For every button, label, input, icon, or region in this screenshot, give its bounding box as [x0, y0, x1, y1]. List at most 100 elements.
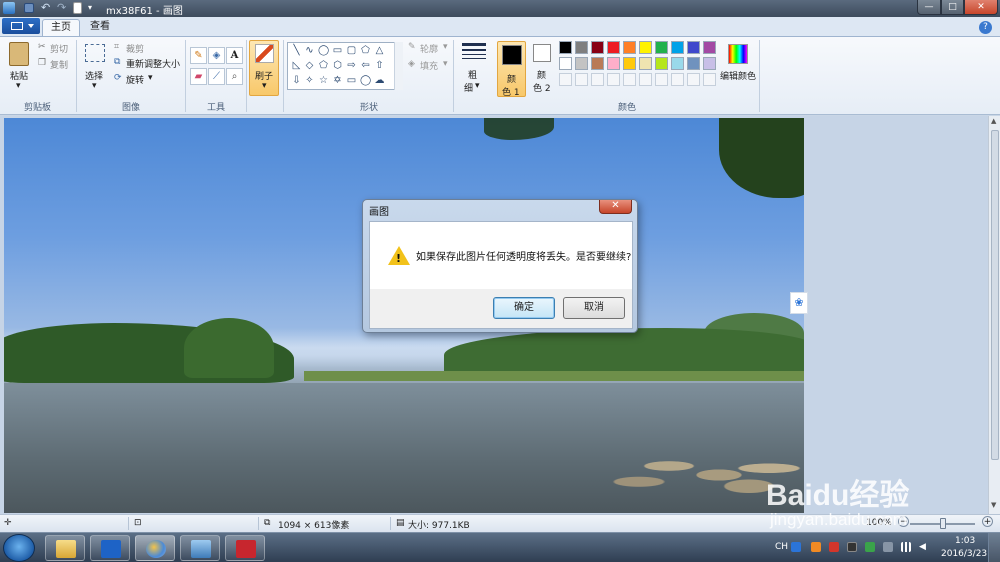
tray-icon-grey[interactable]: [883, 542, 893, 552]
taskbar-maxthon[interactable]: [90, 535, 130, 561]
right-triangle-shape-icon[interactable]: ◺: [291, 60, 302, 71]
palette-swatch[interactable]: [607, 57, 620, 70]
palette-swatch[interactable]: [591, 41, 604, 54]
hexagon-shape-icon[interactable]: ⬡: [332, 60, 343, 71]
rotate-button[interactable]: 旋转: [126, 73, 144, 86]
palette-swatch[interactable]: [703, 41, 716, 54]
right-arrow-shape-icon[interactable]: ⇨: [346, 60, 357, 71]
custom-color-slot[interactable]: [559, 73, 572, 86]
palette-swatch[interactable]: [575, 41, 588, 54]
palette-swatch[interactable]: [671, 41, 684, 54]
resize-icon[interactable]: ⧉: [114, 57, 120, 67]
pentagon-shape-icon[interactable]: ⬠: [318, 60, 329, 71]
custom-color-slot[interactable]: [655, 73, 668, 86]
clock-date[interactable]: 2016/3/23: [941, 549, 987, 559]
volume-icon[interactable]: ◀: [919, 542, 929, 552]
scroll-down-icon[interactable]: ▼: [991, 501, 996, 509]
palette-swatch[interactable]: [623, 41, 636, 54]
brushes-button[interactable]: 刷子 ▾: [249, 40, 279, 96]
rounded-rectangle-shape-icon[interactable]: ▢: [346, 45, 357, 56]
cut-icon[interactable]: ✂: [38, 42, 46, 52]
ime-icon[interactable]: [791, 542, 801, 552]
cancel-button[interactable]: 取消: [563, 297, 625, 319]
palette-swatch[interactable]: [575, 57, 588, 70]
palette-swatch[interactable]: [559, 41, 572, 54]
close-window-button[interactable]: ✕: [964, 0, 998, 15]
help-icon[interactable]: ?: [979, 21, 992, 34]
palette-swatch[interactable]: [703, 57, 716, 70]
tab-home[interactable]: 主页: [42, 19, 80, 36]
palette-swatch[interactable]: [687, 41, 700, 54]
rectangle-shape-icon[interactable]: ▭: [332, 45, 343, 56]
fill-bucket-icon[interactable]: ◈: [208, 47, 225, 64]
zoom-in-button[interactable]: +: [982, 516, 993, 527]
edit-colors-icon[interactable]: [728, 44, 748, 64]
pencil-icon[interactable]: ✎: [190, 47, 207, 64]
custom-color-slot[interactable]: [591, 73, 604, 86]
tab-view[interactable]: 查看: [82, 19, 118, 36]
crop-button[interactable]: 裁剪: [126, 42, 144, 55]
tray-icon-orange[interactable]: [811, 542, 821, 552]
undo-icon[interactable]: ↶: [41, 2, 53, 14]
start-button[interactable]: [3, 534, 35, 562]
custom-color-slot[interactable]: [703, 73, 716, 86]
palette-swatch[interactable]: [639, 57, 652, 70]
new-file-icon[interactable]: [73, 2, 82, 14]
diamond-shape-icon[interactable]: ◇: [304, 60, 315, 71]
palette-swatch[interactable]: [559, 57, 572, 70]
vertical-scrollbar[interactable]: ▲ ▼: [988, 116, 1000, 514]
four-point-star-shape-icon[interactable]: ✧: [304, 75, 315, 86]
taskbar-app[interactable]: [225, 535, 265, 561]
left-arrow-shape-icon[interactable]: ⇦: [360, 60, 371, 71]
minimize-button[interactable]: —: [917, 0, 941, 15]
palette-swatch[interactable]: [591, 57, 604, 70]
paste-dropdown-icon[interactable]: ▾: [16, 81, 21, 91]
custom-color-slot[interactable]: [671, 73, 684, 86]
down-arrow-shape-icon[interactable]: ⇩: [291, 75, 302, 86]
triangle-shape-icon[interactable]: △: [374, 45, 385, 56]
callout-rect-shape-icon[interactable]: ▭: [346, 75, 357, 86]
paint-menu-button[interactable]: [2, 18, 40, 34]
taskbar-paint[interactable]: [135, 535, 175, 561]
customize-quick-access-icon[interactable]: ▾: [88, 2, 100, 14]
custom-color-slot[interactable]: [639, 73, 652, 86]
network-icon[interactable]: [901, 542, 911, 552]
select-icon[interactable]: [85, 44, 105, 62]
crop-icon[interactable]: ⌗: [114, 42, 119, 52]
line-shape-icon[interactable]: ╲: [291, 45, 302, 56]
select-dropdown-icon[interactable]: ▾: [92, 81, 97, 91]
save-icon[interactable]: [24, 3, 34, 13]
tray-icon-red[interactable]: [829, 542, 839, 552]
palette-swatch[interactable]: [655, 41, 668, 54]
callout-cloud-shape-icon[interactable]: ☁: [374, 75, 385, 86]
copy-button[interactable]: 复制: [50, 58, 68, 71]
paw-icon[interactable]: ❀: [790, 292, 808, 314]
palette-swatch[interactable]: [607, 41, 620, 54]
fill-dropdown-icon[interactable]: ▾: [443, 59, 448, 69]
size-button[interactable]: 粗 细 ▾: [458, 40, 490, 96]
custom-color-slot[interactable]: [607, 73, 620, 86]
palette-swatch[interactable]: [671, 57, 684, 70]
ok-button[interactable]: 确定: [493, 297, 555, 319]
maximize-button[interactable]: □: [941, 0, 964, 15]
outline-dropdown-icon[interactable]: ▾: [443, 42, 448, 52]
scrollbar-thumb[interactable]: [991, 130, 999, 460]
copy-icon[interactable]: ❐: [38, 58, 46, 68]
cut-button[interactable]: 剪切: [50, 42, 68, 55]
oval-shape-icon[interactable]: ◯: [318, 45, 329, 56]
outline-button[interactable]: 轮廓: [420, 42, 438, 55]
tray-icon-green[interactable]: [865, 542, 875, 552]
outline-icon[interactable]: ✎: [408, 42, 416, 52]
five-point-star-shape-icon[interactable]: ☆: [318, 75, 329, 86]
magnifier-icon[interactable]: ⌕: [226, 68, 243, 85]
palette-swatch[interactable]: [655, 57, 668, 70]
paste-icon[interactable]: [9, 42, 29, 66]
tray-icon-dark[interactable]: [847, 542, 857, 552]
palette-swatch[interactable]: [687, 57, 700, 70]
color-picker-icon[interactable]: ⟋: [208, 68, 225, 85]
text-tool-icon[interactable]: A: [226, 47, 243, 64]
custom-color-slot[interactable]: [687, 73, 700, 86]
palette-swatch[interactable]: [639, 41, 652, 54]
custom-color-slot[interactable]: [575, 73, 588, 86]
rotate-dropdown-icon[interactable]: ▾: [148, 73, 153, 83]
